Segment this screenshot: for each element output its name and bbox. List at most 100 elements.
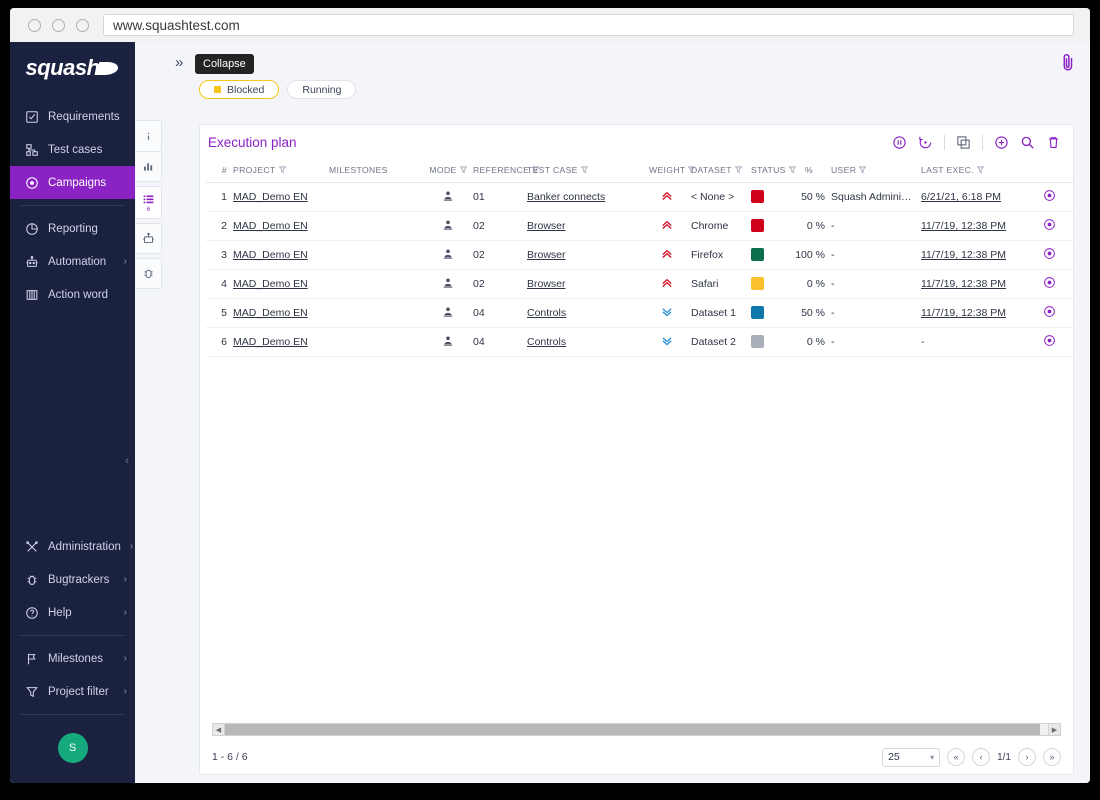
column-header-last-exec[interactable]: LAST EXEC. [918,159,1028,183]
cell-test-case[interactable]: Controls [524,298,646,328]
cell-project[interactable]: MAD_Demo EN [230,269,326,299]
page-size-select[interactable]: 25 ▾ [882,747,941,767]
filter-icon[interactable] [977,166,985,174]
execute-icon[interactable] [1043,218,1056,231]
sidebar-item-campaigns[interactable]: Campaigns [10,166,135,199]
scrollbar-track[interactable] [225,723,1048,736]
close-window-button[interactable] [28,18,41,32]
sidebar-item-help[interactable]: Help › [10,596,135,629]
paperclip-icon[interactable] [1060,52,1076,72]
sidebar-item-automation[interactable]: Automation › [10,245,135,278]
cell-test-case[interactable]: Banker connects [524,182,646,212]
sidebar-item-administration[interactable]: Administration › [10,530,135,563]
column-header-num[interactable]: # [206,159,230,183]
column-header-mode[interactable]: MODE [426,159,470,183]
status-chip-running[interactable]: Running [287,80,357,99]
squash-logo[interactable]: squash [10,42,135,90]
cell-project[interactable]: MAD_Demo EN [230,298,326,328]
horizontal-scrollbar[interactable]: ◀ ▶ [212,723,1061,736]
cell-last-exec[interactable]: 11/7/19, 12:38 PM [918,298,1028,328]
cell-row-action[interactable] [1070,269,1073,299]
cell-run-action[interactable] [1028,211,1070,241]
execute-icon[interactable] [1043,334,1056,347]
last-page-button[interactable]: » [1043,748,1061,766]
scroll-right-arrow-icon[interactable]: ▶ [1048,723,1061,736]
previous-page-button[interactable]: ‹ [972,748,991,766]
filter-icon[interactable] [580,166,588,174]
column-header-weight[interactable]: WEIGHT [646,159,696,183]
execute-icon[interactable] [1043,305,1056,318]
sidebar-item-action-word[interactable]: Action word [10,278,135,311]
scrollbar-thumb[interactable] [225,724,1040,735]
execute-icon[interactable] [1043,189,1056,202]
search-icon[interactable] [1020,135,1035,150]
pause-circle-icon[interactable] [892,135,907,150]
sidebar-item-reporting[interactable]: Reporting [10,212,135,245]
rail-button-execution-plan[interactable]: 6 [136,186,162,219]
cell-row-action[interactable] [1070,327,1073,357]
cell-test-case[interactable]: Controls [524,327,646,357]
duplicate-selection-icon[interactable] [956,135,971,150]
delete-trash-icon[interactable] [1046,135,1061,150]
column-header-dataset[interactable]: DATASET [688,159,748,183]
first-page-button[interactable]: « [947,748,966,766]
cell-test-case[interactable]: Browser [524,211,646,241]
rail-button-information[interactable] [136,120,162,151]
cell-last-exec[interactable]: 6/21/21, 6:18 PM [918,182,1028,212]
column-header-test-case[interactable]: TEST CASE [524,159,646,183]
rail-button-bugs[interactable] [136,258,162,289]
table-row[interactable]: 4 MAD_Demo EN 02 Browser Safari 0 % -11/7/19, … [206,269,1073,299]
address-bar[interactable]: www.squashtest.com [103,14,1074,36]
cell-last-exec[interactable]: 11/7/19, 12:38 PM [918,211,1028,241]
table-row[interactable]: 1 MAD_Demo EN 01 Banker connects < None > 50 … [206,182,1073,212]
filter-icon[interactable] [788,166,796,174]
rail-button-automation[interactable] [136,223,162,254]
table-row[interactable]: 2 MAD_Demo EN 02 Browser Chrome 0 % -11/7/19, … [206,211,1073,241]
restart-history-icon[interactable] [918,135,933,150]
table-row[interactable]: 6 MAD_Demo EN 04 Controls Dataset 20 % - - [206,327,1073,357]
cell-last-exec[interactable]: 11/7/19, 12:38 PM [918,240,1028,270]
column-header-reference[interactable]: REFERENCE [470,159,540,183]
avatar[interactable]: S [57,733,88,763]
filter-icon[interactable] [278,166,286,174]
cell-run-action[interactable] [1028,298,1070,328]
cell-project[interactable]: MAD_Demo EN [230,182,326,212]
filter-icon[interactable] [459,166,467,174]
cell-row-action[interactable] [1070,298,1073,328]
cell-project[interactable]: MAD_Demo EN [230,211,326,241]
maximize-window-button[interactable] [76,18,89,32]
next-page-button[interactable]: › [1018,748,1036,766]
table-row[interactable]: 5 MAD_Demo EN 04 Controls Dataset 1 50 % -11/7… [206,298,1073,328]
cell-test-case[interactable]: Browser [524,269,646,299]
column-header-project[interactable]: PROJECT [230,159,326,183]
table-row[interactable]: 3 MAD_Demo EN 02 Browser Firefox 100 % -11/7/1… [206,240,1073,270]
column-header-milestones[interactable]: MILESTONES [326,159,426,183]
status-chip-blocked[interactable]: Blocked [199,80,280,99]
minimize-window-button[interactable] [52,18,65,32]
cell-run-action[interactable] [1028,269,1070,299]
cell-run-action[interactable] [1028,240,1070,270]
cell-row-action[interactable] [1070,182,1073,212]
expand-panel-button[interactable]: » [169,54,189,71]
cell-run-action[interactable] [1028,182,1070,212]
cell-row-action[interactable] [1070,240,1073,270]
sidebar-collapse-button[interactable]: ‹ [125,453,129,467]
cell-run-action[interactable] [1028,327,1070,357]
cell-project[interactable]: MAD_Demo EN [230,240,326,270]
cell-last-exec[interactable]: - [918,327,1028,357]
rail-button-statistics[interactable] [136,151,162,182]
filter-icon[interactable] [734,166,742,174]
cell-last-exec[interactable]: 11/7/19, 12:38 PM [918,269,1028,299]
add-circle-icon[interactable] [994,135,1009,150]
cell-row-action[interactable] [1070,211,1073,241]
sidebar-item-project-filter[interactable]: Project filter › [10,675,135,708]
cell-project[interactable]: MAD_Demo EN [230,327,326,357]
sidebar-item-milestones[interactable]: Milestones › [10,642,135,675]
execute-icon[interactable] [1043,276,1056,289]
scroll-left-arrow-icon[interactable]: ◀ [212,723,225,736]
column-header-user[interactable]: USER [828,159,918,183]
column-header-status[interactable]: STATUS [748,159,796,183]
sidebar-item-bugtrackers[interactable]: Bugtrackers › [10,563,135,596]
sidebar-item-requirements[interactable]: Requirements [10,100,135,133]
filter-icon[interactable] [859,166,867,174]
